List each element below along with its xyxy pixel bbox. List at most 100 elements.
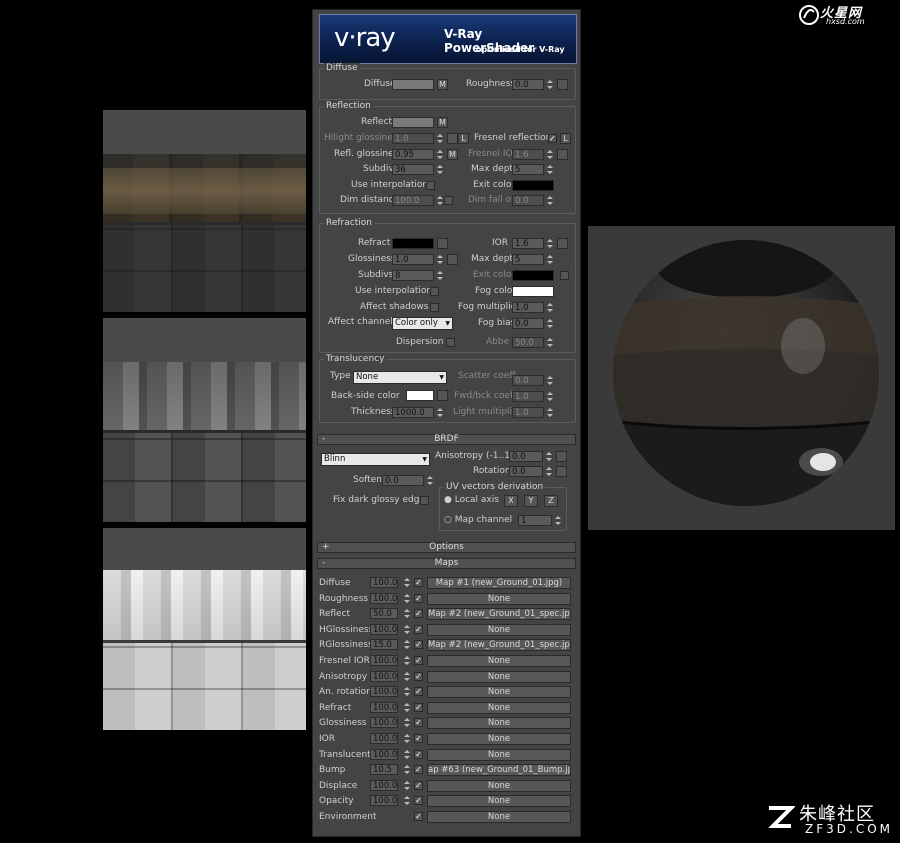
map-amount-spinner[interactable] [403, 624, 410, 635]
refraction-glossiness-map-button[interactable] [447, 254, 458, 265]
map-enable-checkbox[interactable]: ✓ [414, 609, 423, 619]
soften-spinner[interactable] [426, 475, 433, 486]
ior-input[interactable]: 1.6 [512, 238, 544, 249]
reflect-color-swatch[interactable] [392, 117, 434, 128]
map-enable-checkbox[interactable]: ✓ [414, 765, 423, 775]
ior-spinner[interactable] [546, 238, 553, 249]
options-rollout-header[interactable]: + Options [317, 542, 576, 553]
refraction-exit-color-swatch[interactable] [512, 270, 554, 281]
thickness-spinner[interactable] [436, 407, 443, 418]
map-amount-input[interactable]: 100.0 [370, 779, 398, 791]
soften-input[interactable]: 0.0 [382, 475, 424, 486]
map-amount-spinner[interactable] [403, 593, 410, 604]
map-amount-input[interactable]: 15.0 [370, 639, 398, 651]
anisotropy-input[interactable]: 0.0 [509, 451, 543, 462]
dim-falloff-input[interactable]: 0.0 [512, 195, 544, 206]
dispersion-checkbox[interactable] [446, 338, 455, 347]
map-slot-button[interactable]: None [427, 701, 571, 714]
hilight-glossiness-input[interactable]: 1.0 [392, 133, 434, 144]
map-enable-checkbox[interactable]: ✓ [414, 687, 423, 697]
reflection-use-interp-checkbox[interactable] [426, 181, 435, 190]
map-amount-input[interactable]: 100.0 [370, 670, 398, 682]
rotation-map-button[interactable] [556, 466, 567, 477]
dim-distance-input[interactable]: 100.0 [392, 195, 434, 206]
map-channel-radio[interactable]: ○ Map channel [444, 515, 512, 525]
refl-glossiness-spinner[interactable] [436, 149, 443, 160]
rotation-input[interactable]: 0.0 [509, 466, 543, 477]
axis-y-button[interactable]: Y [524, 495, 538, 507]
fresnel-ior-map-button[interactable] [557, 149, 568, 160]
map-amount-spinner[interactable] [403, 608, 410, 619]
light-multiplier-spinner[interactable] [546, 407, 553, 418]
reflection-max-depth-spinner[interactable] [546, 164, 553, 175]
light-multiplier-input[interactable]: 1.0 [512, 407, 544, 418]
refraction-max-depth-spinner[interactable] [546, 254, 553, 265]
map-amount-input[interactable]: 100.0 [370, 795, 398, 807]
maps-rollout-header[interactable]: - Maps [317, 558, 576, 569]
dim-falloff-spinner[interactable] [546, 195, 553, 206]
map-amount-spinner[interactable] [403, 702, 410, 713]
fog-bias-input[interactable]: 0.0 [512, 318, 544, 329]
refract-map-button[interactable] [437, 238, 448, 249]
refraction-use-interp-checkbox[interactable] [430, 287, 439, 296]
refl-glossiness-input[interactable]: 0.95 [392, 149, 434, 160]
map-amount-input[interactable]: 100.0 [370, 748, 398, 760]
fog-bias-spinner[interactable] [546, 318, 553, 329]
hilight-glossiness-spinner[interactable] [436, 133, 443, 144]
hilight-map-button[interactable] [447, 133, 458, 144]
map-amount-spinner[interactable] [403, 655, 410, 666]
map-amount-input[interactable]: 100.0 [370, 655, 398, 666]
fresnel-ior-spinner[interactable] [546, 149, 553, 160]
local-axis-radio[interactable]: ● Local axis [444, 495, 499, 505]
map-amount-spinner[interactable] [403, 749, 410, 760]
brdf-type-dropdown[interactable]: Blinn [321, 453, 430, 466]
map-amount-spinner[interactable] [403, 764, 410, 775]
scatter-coeff-spinner[interactable] [546, 375, 553, 386]
fwd-bck-coeff-spinner[interactable] [546, 391, 553, 402]
map-amount-input[interactable]: 50.0 [370, 608, 398, 620]
map-amount-spinner[interactable] [403, 780, 410, 791]
scatter-coeff-input[interactable]: 0.0 [512, 375, 544, 386]
map-amount-input[interactable]: 100.0 [370, 686, 398, 698]
backside-map-button[interactable] [437, 390, 448, 401]
reflection-subdivs-input[interactable]: 36 [392, 164, 434, 175]
fog-multiplier-input[interactable]: 1.0 [512, 302, 544, 313]
ior-map-button[interactable] [557, 238, 568, 249]
map-amount-input[interactable]: 100.0 [370, 733, 398, 744]
map-slot-button[interactable]: Map #1 (new_Ground_01.jpg) [427, 577, 571, 589]
affect-shadows-checkbox[interactable] [430, 303, 439, 312]
map-slot-button[interactable]: Map #2 (new_Ground_01_spec.jpg) [427, 639, 571, 652]
map-enable-checkbox[interactable]: ✓ [414, 734, 423, 743]
map-enable-checkbox[interactable]: ✓ [414, 702, 423, 712]
map-enable-checkbox[interactable]: ✓ [414, 578, 423, 587]
map-enable-checkbox[interactable]: ✓ [414, 718, 423, 728]
refl-glossiness-map-button[interactable]: M [447, 149, 458, 160]
map-enable-checkbox[interactable]: ✓ [414, 812, 423, 821]
fwd-bck-coeff-input[interactable]: 1.0 [512, 391, 544, 402]
map-slot-button[interactable]: None [427, 748, 571, 761]
map-amount-input[interactable]: 100.0 [370, 717, 398, 729]
map-amount-spinner[interactable] [403, 671, 410, 682]
map-amount-spinner[interactable] [403, 795, 410, 806]
fresnel-ior-input[interactable]: 1.6 [512, 149, 544, 160]
refraction-subdivs-spinner[interactable] [436, 270, 443, 281]
reflection-subdivs-spinner[interactable] [436, 164, 443, 175]
brdf-rollout-header[interactable]: - BRDF [317, 434, 576, 445]
axis-x-button[interactable]: X [504, 495, 518, 507]
map-amount-spinner[interactable] [403, 733, 410, 744]
refract-color-swatch[interactable] [392, 238, 434, 249]
dim-distance-spinner[interactable] [436, 195, 443, 206]
map-slot-button[interactable]: None [427, 779, 571, 792]
thickness-input[interactable]: 1000.0 [392, 407, 434, 418]
map-slot-button[interactable]: None [427, 795, 571, 808]
map-slot-button[interactable]: None [427, 717, 571, 730]
reflect-map-button[interactable]: M [437, 117, 448, 128]
map-amount-input[interactable]: 100.0 [370, 701, 398, 713]
map-slot-button[interactable]: None [427, 623, 571, 636]
map-enable-checkbox[interactable]: ✓ [414, 656, 423, 665]
map-amount-spinner[interactable] [403, 717, 410, 728]
map-channel-input[interactable]: 1 [518, 515, 552, 526]
abbe-input[interactable]: 50.0 [512, 337, 544, 348]
reflection-exit-color-swatch[interactable] [512, 180, 554, 191]
map-amount-spinner[interactable] [403, 577, 410, 588]
